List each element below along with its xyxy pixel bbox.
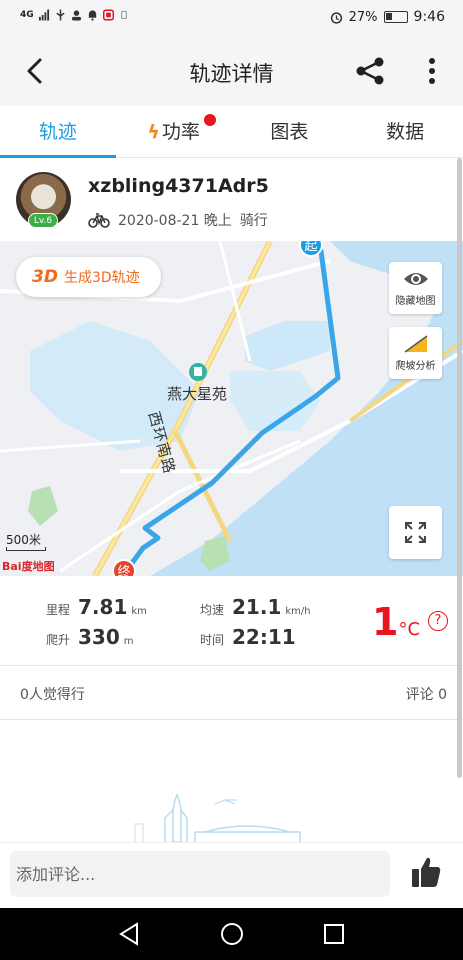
likes-count[interactable]: 0人觉得行 [20,684,85,704]
fullscreen-button[interactable] [389,506,442,559]
more-options-button[interactable] [422,56,442,86]
tab-power[interactable]: ϟ 功率 [116,106,232,157]
status-bar: 4G 27% 9:46 [0,0,463,36]
nav-back-button[interactable] [117,921,141,947]
temperature: 1°C [372,600,420,644]
user-info: Lv.6 xzbling4371Adr5 2020-08-21 晚上 骑行 [0,158,463,241]
app-bar: 轨迹详情 [0,36,463,106]
tab-track[interactable]: 轨迹 [0,106,116,158]
stat-value: 330 [78,625,120,649]
stat-value: 22:11 [232,625,296,649]
app-notification-icon [102,9,114,21]
screen: 4G 27% 9:46 轨迹详情 轨迹 ϟ 功率 图表 数据 Lv.6 xzbl… [0,0,463,960]
alarm-icon [330,11,342,24]
comment-bar [0,842,463,908]
temperature-unit: °C [398,619,421,640]
hide-map-label: 隐藏地图 [395,296,436,307]
activity-datetime: 2020-08-21 晚上 [118,213,232,229]
tab-label: 轨迹 [38,121,77,143]
bicycle-icon [88,213,110,228]
hide-map-button[interactable]: 隐藏地图 [389,262,442,314]
activity-meta: 2020-08-21 晚上 骑行 [88,210,268,230]
stat-value: 21.1 [232,595,282,619]
empty-comments-illustration [134,792,301,842]
end-marker-label: 终 [117,565,131,576]
climb-analysis-button[interactable]: 爬坡分析 [389,327,442,379]
scrollbar[interactable] [457,158,462,778]
end-marker: 终 [112,559,136,576]
map-scale-bar [6,547,46,551]
stat-distance: 里程 7.81 km [46,595,147,619]
user-icon [71,10,81,21]
tab-label: 功率 [161,121,200,143]
expand-icon [405,522,426,543]
nav-home-button[interactable] [219,921,245,947]
tab-data[interactable]: 数据 [347,106,463,157]
tab-label: 图表 [270,121,309,143]
bolt-icon: ϟ [147,121,160,143]
username[interactable]: xzbling4371Adr5 [88,175,269,197]
activity-type: 骑行 [239,213,268,229]
tab-charts[interactable]: 图表 [232,106,348,157]
battery-percent: 27% [348,9,378,25]
temperature-value: 1 [372,600,399,644]
small-notification-icon [120,10,127,20]
usb-icon [56,9,65,21]
stat-value: 7.81 [78,595,128,619]
climb-analysis-label: 爬坡分析 [395,361,436,372]
level-badge: Lv.6 [28,213,58,228]
stat-unit: m [123,636,134,647]
help-icon[interactable]: ? [428,611,448,631]
tab-label: 数据 [386,121,425,143]
ride-stats: 里程 7.81 km 均速 21.1 km/h 爬升 330 m 时间 22:1… [0,576,463,666]
stat-time: 时间 22:11 [200,625,296,649]
stat-speed: 均速 21.1 km/h [200,595,311,619]
map-scale-label: 500米 [6,533,41,547]
stat-label: 里程 [46,603,71,617]
share-button[interactable] [354,56,386,86]
eye-icon [403,273,428,285]
stat-label: 均速 [200,603,225,617]
route-map[interactable]: 起 终 3D 生成3D轨迹 隐藏地图 爬坡分析 燕大星苑 西环南路 500米 Ba… [0,241,463,576]
system-nav-bar [0,908,463,960]
comments-count[interactable]: 评论 0 [406,684,447,704]
page-title: 轨迹详情 [189,62,274,86]
slope-icon [404,335,427,353]
stat-unit: km/h [285,606,311,617]
generate-3d-label: 生成3D轨迹 [63,270,140,286]
poi-label: 燕大星苑 [167,385,228,403]
thumbs-up-button[interactable] [410,855,442,889]
stat-unit: km [131,606,147,617]
clock: 9:46 [413,9,445,25]
signal-icon [38,9,49,21]
generate-3d-track-button[interactable]: 3D 生成3D轨迹 [16,257,161,297]
network-indicator: 4G [20,10,34,20]
stat-label: 爬升 [46,633,71,647]
comment-input[interactable] [10,851,390,897]
nav-recents-button[interactable] [322,921,346,947]
notification-bell-icon [88,10,96,21]
battery-icon [383,11,408,23]
start-marker-label: 起 [304,241,318,254]
map-provider-logo: Bai度地图 [2,560,55,573]
stat-climb: 爬升 330 m [46,625,134,649]
social-row: 0人觉得行 评论 0 [0,666,463,720]
notification-badge [203,114,216,126]
stat-label: 时间 [200,633,225,647]
tab-bar: 轨迹 ϟ 功率 图表 数据 [0,106,463,158]
3d-prefix: 3D [32,267,58,287]
